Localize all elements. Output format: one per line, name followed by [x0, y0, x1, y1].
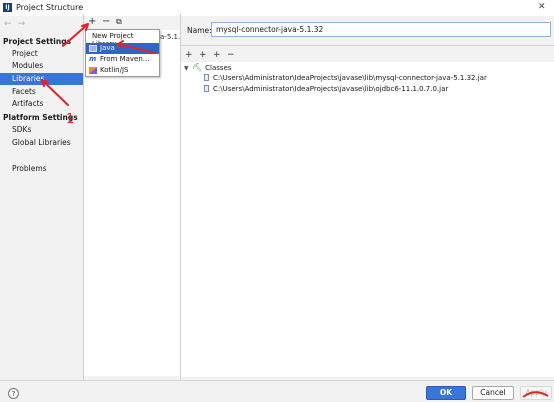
annotation-number: 1 [66, 112, 75, 127]
maven-icon: m [89, 55, 97, 63]
sidebar-item-problems[interactable]: Problems [0, 163, 83, 175]
jar-path: C:\Users\Administrator\IdeaProjects\java… [213, 85, 449, 93]
tree-node-classes[interactable]: ▼ ⛏ Classes [184, 63, 232, 72]
popup-item-label: From Maven... [100, 55, 150, 63]
popup-item-java[interactable]: Java [86, 43, 159, 54]
dialog-footer: ? OK Cancel Apply [0, 380, 554, 402]
library-roots-tree[interactable]: ▼ ⛏ Classes C:\Users\Administrator\IdeaPro… [181, 62, 554, 377]
sidebar: Project Settings Project Modules Librari… [0, 32, 83, 372]
detail-separator [181, 45, 554, 46]
add-library-icon[interactable]: + [88, 16, 96, 28]
sidebar-item-project[interactable]: Project [0, 48, 83, 60]
forward-arrow-icon[interactable]: → [18, 19, 26, 29]
sidebar-item-modules[interactable]: Modules [0, 60, 83, 72]
navigation-arrows: ← → [4, 19, 31, 29]
classes-label: Classes [205, 64, 232, 72]
libraries-list[interactable] [84, 30, 180, 376]
library-detail-panel: Name: + + + − ▼⛏Classes C:\Users\Adminis… [181, 15, 554, 377]
popup-item-from-maven[interactable]: m From Maven... [86, 54, 159, 65]
libraries-toolbar: + − ⧉ [84, 15, 180, 29]
add-special-root-icon[interactable]: + [213, 49, 221, 61]
new-project-library-popup: New Project Library Java m From Maven...… [85, 29, 160, 77]
kotlin-icon [89, 67, 97, 74]
sidebar-item-global-libraries[interactable]: Global Libraries [0, 137, 83, 149]
jar-icon [204, 85, 209, 92]
copy-library-icon[interactable]: ⧉ [116, 16, 122, 28]
library-list-item[interactable]: a-5.1. [160, 33, 180, 41]
jar-icon [204, 74, 209, 81]
intellij-icon: IJ [3, 3, 12, 12]
add-root-icon[interactable]: + [185, 49, 193, 61]
sidebar-item-libraries[interactable]: Libraries [0, 73, 83, 85]
window-title: Project Structure [16, 3, 84, 12]
java-library-icon [89, 45, 97, 52]
remove-root-icon[interactable]: − [227, 49, 235, 61]
back-arrow-icon[interactable]: ← [4, 19, 12, 29]
apply-button[interactable]: Apply [520, 386, 552, 400]
popup-item-label: Java [100, 44, 115, 52]
add-classes-icon[interactable]: + [199, 49, 207, 61]
project-settings-header: Project Settings [3, 37, 72, 46]
tree-node-jar[interactable]: C:\Users\Administrator\IdeaProjects\java… [204, 85, 448, 93]
popup-item-kotlin-js[interactable]: Kotlin/JS [86, 65, 159, 76]
close-icon[interactable]: ✕ [538, 2, 546, 12]
expand-caret-icon[interactable]: ▼ [184, 65, 192, 72]
popup-item-label: Kotlin/JS [100, 66, 129, 74]
classes-icon: ⛏ [192, 63, 203, 72]
remove-library-icon[interactable]: − [102, 16, 110, 28]
ok-button[interactable]: OK [426, 386, 466, 400]
tree-node-jar[interactable]: C:\Users\Administrator\IdeaProjects\java… [204, 74, 487, 82]
cancel-button[interactable]: Cancel [472, 386, 514, 400]
sidebar-item-facets[interactable]: Facets [0, 86, 83, 98]
library-name-input[interactable] [211, 22, 551, 37]
name-label: Name: [187, 26, 212, 35]
help-icon[interactable]: ? [8, 388, 19, 399]
jar-path: C:\Users\Administrator\IdeaProjects\java… [213, 74, 487, 82]
sidebar-item-artifacts[interactable]: Artifacts [0, 98, 83, 110]
